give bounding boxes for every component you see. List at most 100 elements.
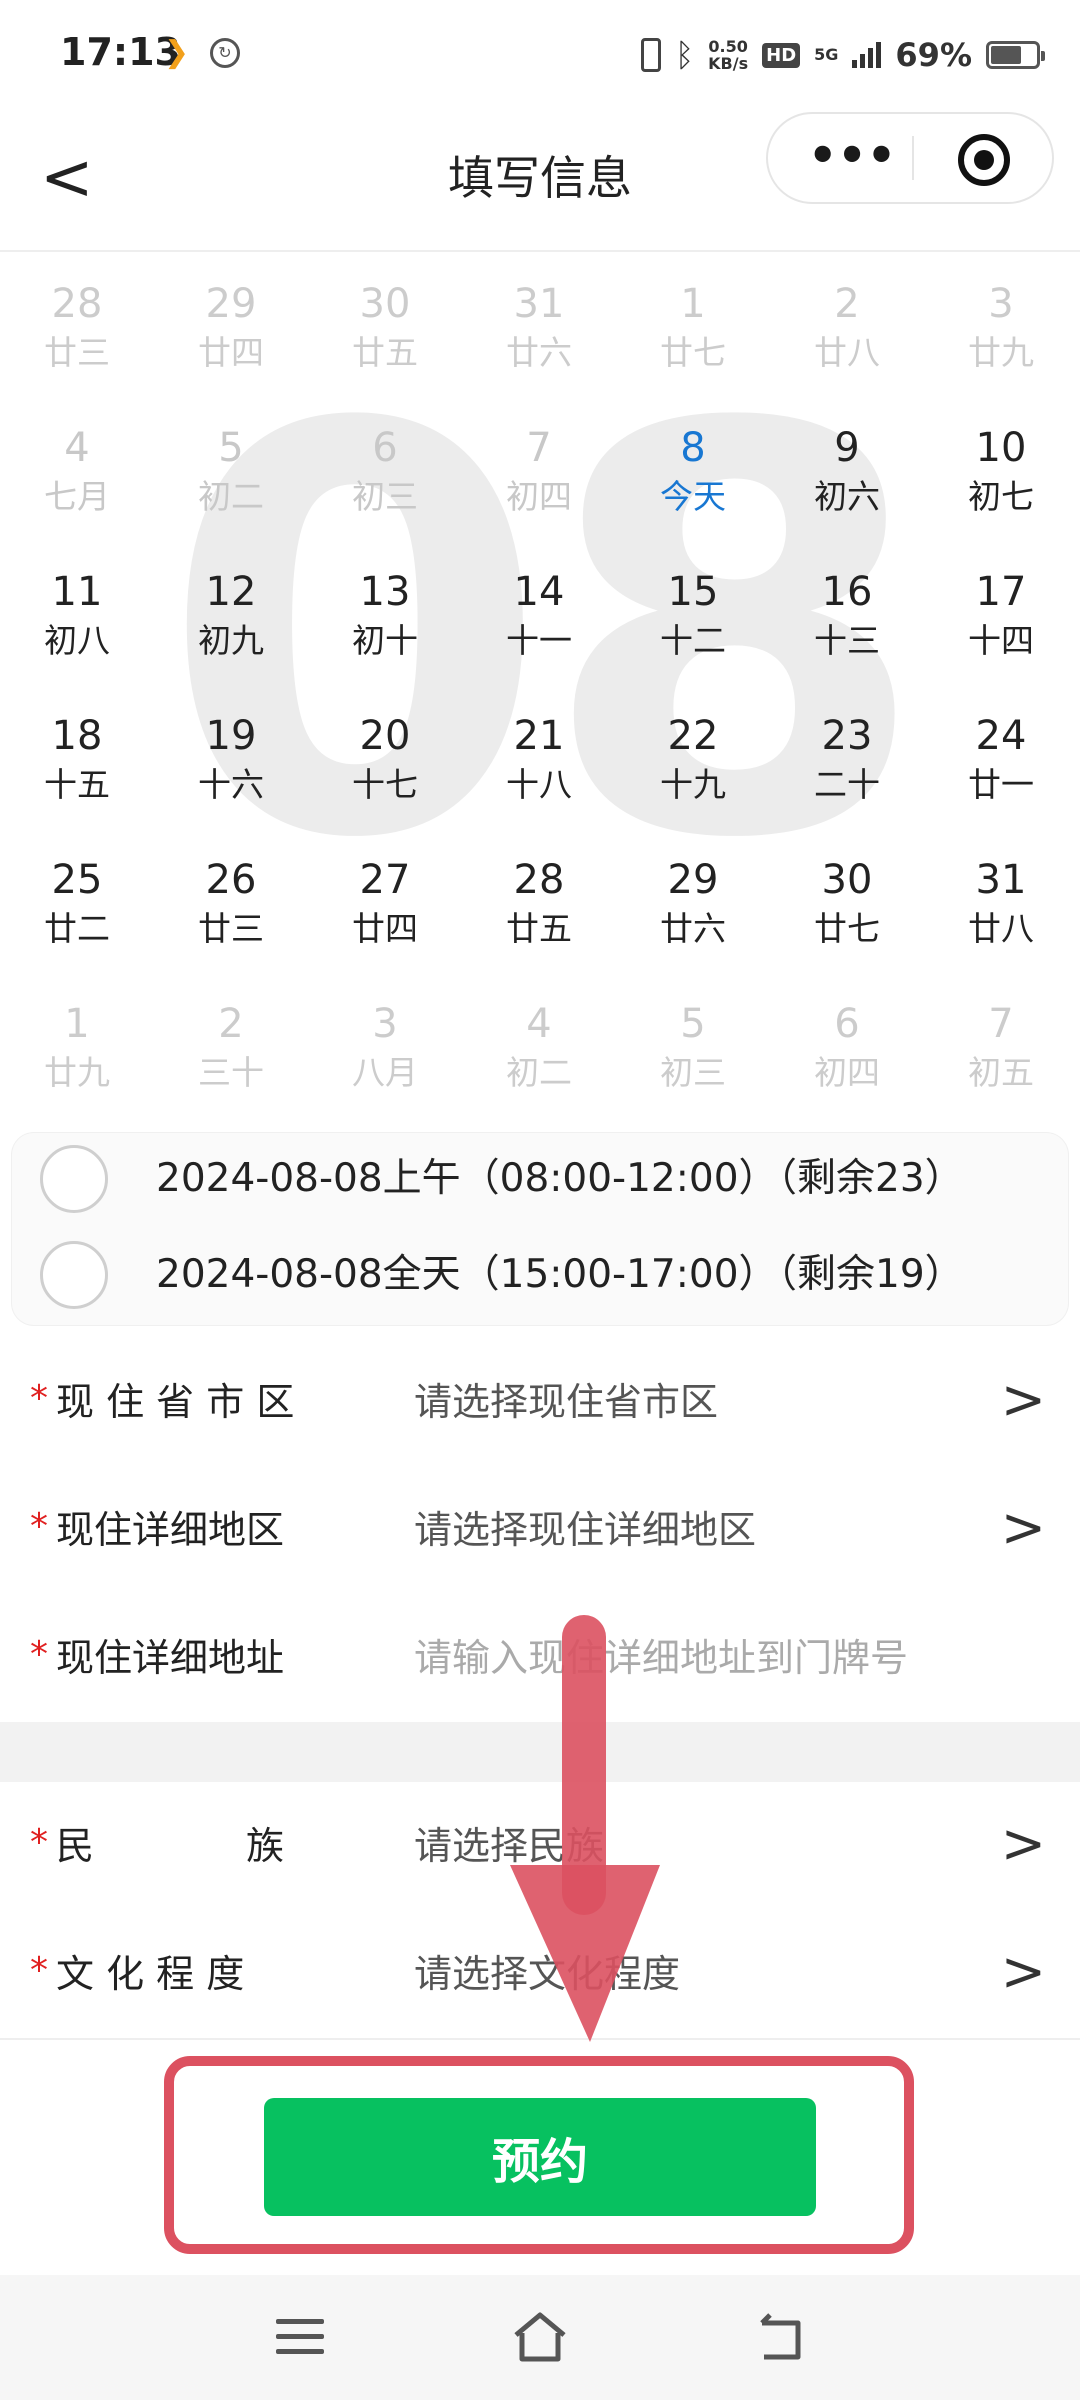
calendar-day[interactable]: 2 廿八 — [770, 255, 924, 395]
address-input[interactable]: 请输入现住详细地址到门牌号 — [414, 1630, 908, 1686]
sync-icon: ↻ — [210, 38, 240, 68]
lunar-date: 初九 — [198, 621, 264, 660]
calendar-day[interactable]: 17 十四 — [924, 543, 1078, 683]
app-notification-icon: ❯ — [164, 35, 190, 70]
calendar-day[interactable]: 30 廿五 — [308, 255, 462, 395]
education-row[interactable]: * 文 化 程 度 请选择文化程度 > — [0, 1910, 1080, 2040]
calendar-day[interactable]: 4 七月 — [0, 399, 154, 539]
calendar-day[interactable]: 6 初三 — [308, 399, 462, 539]
calendar-day[interactable]: 31 廿六 — [462, 255, 616, 395]
district-select[interactable]: 请选择现住详细地区 — [414, 1502, 756, 1558]
lunar-date: 初二 — [506, 1053, 572, 1092]
calendar-day[interactable]: 5 初二 — [154, 399, 308, 539]
calendar-day[interactable]: 2 三十 — [154, 975, 308, 1115]
education-label: 文 化 程 度 — [56, 1952, 245, 1996]
ethnicity-select[interactable]: 请选择民族 — [414, 1818, 604, 1874]
network-speed-unit: KB/s — [708, 54, 749, 73]
calendar-day[interactable]: 28 廿五 — [462, 831, 616, 971]
calendar-day[interactable]: 19 十六 — [154, 687, 308, 827]
calendar-day[interactable]: 31 廿八 — [924, 831, 1078, 971]
menu-icon[interactable] — [276, 2319, 324, 2355]
calendar-day[interactable]: 26 廿三 — [154, 831, 308, 971]
radio-icon[interactable] — [40, 1241, 108, 1309]
chevron-right-icon: > — [1000, 1496, 1046, 1559]
calendar-day[interactable]: 20 十七 — [308, 687, 462, 827]
calendar-day[interactable]: 29 廿六 — [616, 831, 770, 971]
calendar-day[interactable]: 29 廿四 — [154, 255, 308, 395]
calendar-day[interactable]: 5 初三 — [616, 975, 770, 1115]
network-type: 5G — [814, 45, 839, 64]
lunar-date: 十九 — [660, 765, 726, 804]
battery-percent: 69% — [895, 36, 972, 74]
vibrate-icon — [640, 38, 661, 72]
calendar-day[interactable]: 22 十九 — [616, 687, 770, 827]
day-number: 1 — [680, 281, 706, 327]
day-number: 21 — [513, 713, 565, 759]
more-icon[interactable]: ••• — [808, 114, 896, 202]
calendar-day[interactable]: 16 十三 — [770, 543, 924, 683]
day-number: 17 — [975, 569, 1027, 615]
province-select[interactable]: 请选择现住省市区 — [414, 1374, 718, 1430]
calendar-day[interactable]: 14 十一 — [462, 543, 616, 683]
calendar-day[interactable]: 1 廿七 — [616, 255, 770, 395]
day-number: 6 — [834, 1001, 860, 1047]
address-row[interactable]: * 现住详细地址 请输入现住详细地址到门牌号 — [0, 1594, 1080, 1724]
day-number: 6 — [372, 425, 398, 471]
lunar-date: 廿二 — [44, 909, 110, 948]
lunar-date: 初八 — [44, 621, 110, 660]
calendar-day[interactable]: 1 廿九 — [0, 975, 154, 1115]
calendar-day[interactable]: 7 初四 — [462, 399, 616, 539]
lunar-date: 廿四 — [352, 909, 418, 948]
time-slot-option[interactable]: 2024-08-08全天（15:00-17:00）（剩余19） — [12, 1229, 1068, 1325]
day-number: 2 — [834, 281, 860, 327]
calendar-day[interactable]: 30 廿七 — [770, 831, 924, 971]
lunar-date: 十三 — [814, 621, 880, 660]
lunar-date: 初四 — [814, 1053, 880, 1092]
day-number: 2 — [218, 1001, 244, 1047]
day-number: 7 — [526, 425, 552, 471]
calendar-day[interactable]: 3 廿九 — [924, 255, 1078, 395]
lunar-date: 初四 — [506, 477, 572, 516]
calendar-day[interactable]: 27 廿四 — [308, 831, 462, 971]
calendar-day[interactable]: 10 初七 — [924, 399, 1078, 539]
calendar-day[interactable]: 8 今天 — [616, 399, 770, 539]
calendar-day[interactable]: 12 初九 — [154, 543, 308, 683]
time-slot-option[interactable]: 2024-08-08上午（08:00-12:00）（剩余23） — [12, 1133, 1068, 1229]
calendar-day[interactable]: 18 十五 — [0, 687, 154, 827]
day-number: 8 — [680, 425, 706, 471]
district-row[interactable]: * 现住详细地区 请选择现住详细地区 > — [0, 1466, 1080, 1596]
lunar-date: 廿一 — [968, 765, 1034, 804]
district-label: 现住详细地区 — [56, 1508, 285, 1552]
status-right-group: ᛒ 0.50 KB/s HD 5G 69% — [640, 30, 1045, 80]
calendar-day[interactable]: 6 初四 — [770, 975, 924, 1115]
network-speed: 0.50 KB/s — [708, 38, 748, 72]
province-row[interactable]: * 现 住 省 市 区 请选择现住省市区 > — [0, 1338, 1080, 1468]
lunar-date: 廿七 — [660, 333, 726, 372]
capsule-divider — [912, 136, 914, 180]
day-number: 3 — [372, 1001, 398, 1047]
calendar-day[interactable]: 13 初十 — [308, 543, 462, 683]
province-label: 现 住 省 市 区 — [56, 1380, 295, 1424]
calendar-day[interactable]: 9 初六 — [770, 399, 924, 539]
chevron-right-icon: > — [1000, 1940, 1046, 2003]
calendar-day[interactable]: 28 廿三 — [0, 255, 154, 395]
calendar-day[interactable]: 4 初二 — [462, 975, 616, 1115]
radio-icon[interactable] — [40, 1145, 108, 1213]
calendar-day[interactable]: 24 廿一 — [924, 687, 1078, 827]
calendar-day[interactable]: 3 八月 — [308, 975, 462, 1115]
calendar-day[interactable]: 15 十二 — [616, 543, 770, 683]
calendar-day[interactable]: 11 初八 — [0, 543, 154, 683]
lunar-date: 十八 — [506, 765, 572, 804]
calendar-day[interactable]: 25 廿二 — [0, 831, 154, 971]
ethnicity-row[interactable]: * 民 族 请选择民族 > — [0, 1782, 1080, 1912]
home-icon[interactable] — [510, 2307, 570, 2367]
calendar-day[interactable]: 21 十八 — [462, 687, 616, 827]
education-select[interactable]: 请选择文化程度 — [414, 1946, 680, 2002]
required-mark: * — [30, 1378, 48, 1419]
close-target-icon[interactable] — [958, 134, 1010, 186]
day-number: 27 — [359, 857, 411, 903]
calendar-day[interactable]: 23 二十 — [770, 687, 924, 827]
day-number: 13 — [359, 569, 411, 615]
calendar-day[interactable]: 7 初五 — [924, 975, 1078, 1115]
back-nav-icon[interactable] — [754, 2311, 808, 2365]
